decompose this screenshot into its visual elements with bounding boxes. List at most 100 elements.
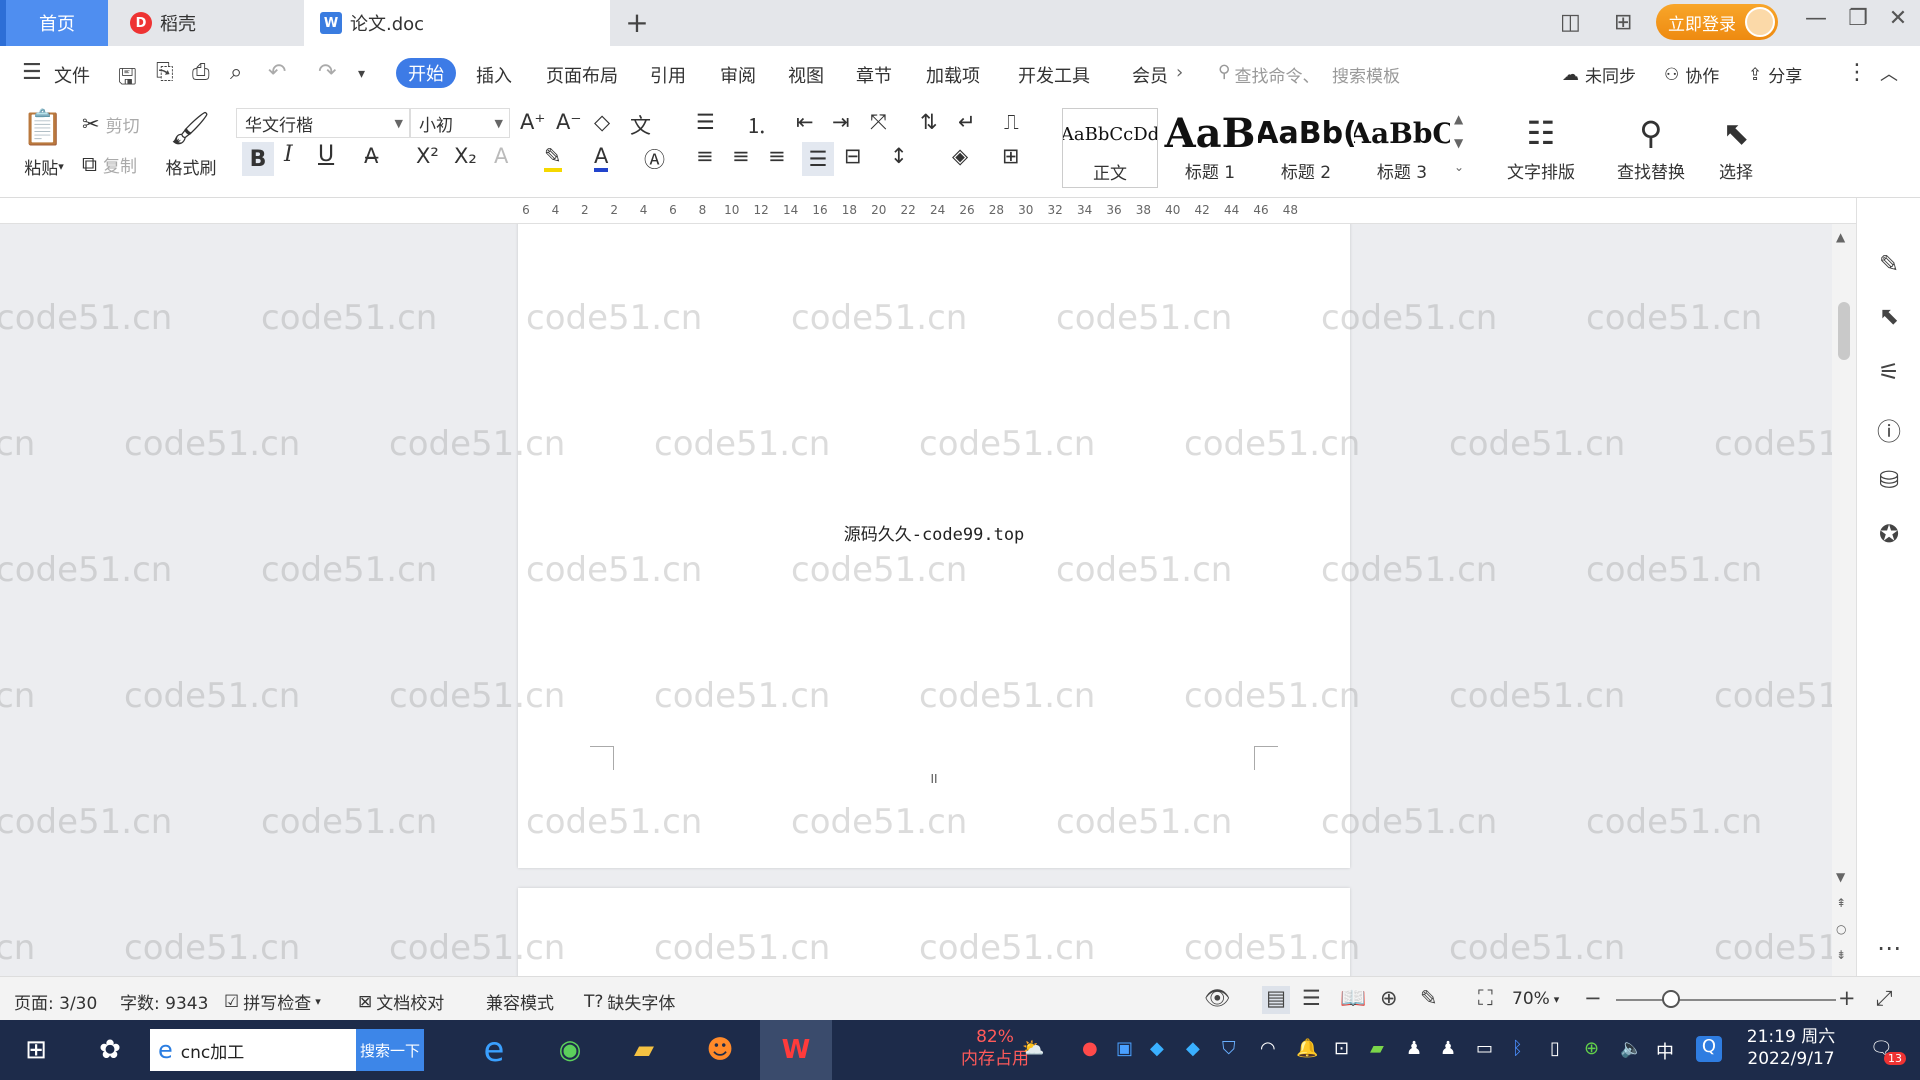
sync-status-button[interactable]: ☁ 未同步 [1562,62,1636,88]
bullet-list-icon[interactable]: ☰ [696,110,715,134]
fit-page-icon[interactable]: ⛶ [1478,986,1493,1011]
chinese-layout-icon[interactable]: ⤧ [870,110,887,135]
settings-sliders-icon[interactable]: ⚟ [1857,358,1920,386]
prev-page-icon[interactable]: ⇞ [1836,896,1846,910]
command-search[interactable]: ⚲ 查找命令、 [1218,62,1319,87]
menu-review[interactable]: 审阅 [720,62,756,88]
scrollbar-thumb[interactable] [1838,302,1850,360]
menu-chapter[interactable]: 章节 [856,62,892,88]
text-effects-icon[interactable]: A [494,144,508,168]
borders-icon[interactable]: ⊞ [1002,144,1020,168]
ime-indicator[interactable]: 中 [1656,1038,1674,1064]
minimize-button[interactable]: — [1796,6,1836,31]
zoom-select[interactable]: 70% ▾ [1512,989,1559,1009]
highlight-icon[interactable]: ✎ [544,144,562,172]
search-tray-icon[interactable]: Q [1696,1036,1722,1062]
zoom-slider[interactable] [1616,999,1836,1001]
volume-icon[interactable]: 🔈 [1620,1038,1642,1059]
file-explorer-icon[interactable]: ▰ [624,1032,664,1068]
missing-font-button[interactable]: T? 缺失字体 [584,989,675,1015]
align-right-icon[interactable]: ≡ [768,144,786,168]
battery-icon[interactable]: ▭ [1476,1038,1493,1059]
new-tab-button[interactable]: + [620,6,654,39]
document-canvas[interactable]: 源码久久-code99.top II code51.cn code51.cn cod… [0,224,1855,976]
zoom-out-icon[interactable]: − [1584,986,1602,1010]
scroll-down-icon[interactable]: ▼ [1836,870,1845,884]
menu-member[interactable]: 会员 [1132,62,1168,88]
style-normal[interactable]: AaBbCcDd 正文 [1062,108,1158,188]
menu-view[interactable]: 视图 [788,62,824,88]
tray-app-red-icon[interactable]: ● [1082,1038,1098,1059]
bluetooth-icon[interactable]: ᛒ [1512,1038,1523,1059]
taskbar-search-button[interactable]: 搜索一下 [356,1029,424,1071]
menu-addins[interactable]: 加载项 [926,62,980,88]
distributed-align-icon[interactable]: ⊟ [844,144,862,168]
menu-file[interactable]: 文件 [54,62,90,88]
find-replace-button[interactable]: ⚲ 查找替换 [1606,108,1696,183]
sort-icon[interactable]: ⇅ [920,110,938,134]
memory-usage[interactable]: 82% 内存占用 [960,1026,1030,1070]
clear-format-icon[interactable]: ◇ [594,110,610,134]
internet-explorer-icon[interactable]: e [474,1030,514,1070]
tray-green-plus-icon[interactable]: ⊕ [1584,1038,1599,1059]
paste-button[interactable]: 粘贴 ▾ [16,152,72,180]
menu-more-chevron[interactable]: › [1176,62,1183,83]
font-size-select[interactable]: 小初 ▼ [410,108,510,138]
page-view-icon[interactable]: ▤ [1262,986,1290,1014]
eye-protection-icon[interactable]: 👁 [1204,986,1231,1011]
style-heading-1[interactable]: AaB 标题 1 [1162,108,1258,188]
superscript-icon[interactable]: X² [416,144,439,168]
shading-icon[interactable]: ◈ [952,144,968,168]
screenshot-tool-icon[interactable]: ⊡ [1334,1038,1349,1059]
pointer-icon[interactable]: ⬉ [1857,302,1920,330]
shrink-font-icon[interactable]: A⁻ [556,110,581,134]
edit-pen-icon[interactable]: ✎ [1857,250,1920,278]
notification-bell-icon[interactable]: 🔔 [1296,1038,1318,1059]
word-count[interactable]: 字数: 9343 [120,989,208,1014]
tray-app-blue-icon[interactable]: ▣ [1116,1038,1133,1059]
print-preview-icon[interactable]: ⌕ [230,60,242,85]
outline-view-icon[interactable]: ☰ [1302,986,1321,1010]
page-body-text[interactable]: 源码久久-code99.top [518,520,1350,545]
format-painter-icon[interactable]: 🖌 [170,106,211,150]
menu-insert[interactable]: 插入 [476,62,512,88]
format-painter-button[interactable]: 格式刷 [160,152,222,180]
collaborate-button[interactable]: ⚇ 协作 [1664,62,1719,88]
menu-references[interactable]: 引用 [650,62,686,88]
grow-font-icon[interactable]: A⁺ [520,110,545,134]
windows-start-icon[interactable]: ⊞ [16,1032,56,1068]
browser-360-icon[interactable]: ◉ [550,1032,590,1068]
undo-icon[interactable]: ↶ [268,60,286,85]
menu-page-layout[interactable]: 页面布局 [546,62,618,88]
wifi-icon[interactable]: ◠ [1260,1038,1276,1059]
game-app-icon[interactable]: ☻ [700,1032,740,1068]
copy-button[interactable]: ⧉ 复制 [82,150,137,178]
template-search[interactable]: 搜索模板 [1332,62,1400,87]
clock[interactable]: 21:19 周六 2022/9/17 [1736,1026,1846,1070]
justify-icon[interactable]: ☰ [802,142,834,176]
next-page-icon[interactable]: ⇟ [1836,948,1846,962]
spell-check-button[interactable]: ☑ 拼写检查 ▾ [224,989,321,1015]
cut-button[interactable]: ✂ 剪切 [82,110,140,138]
hamburger-menu-icon[interactable]: ☰ [22,60,42,85]
show-marks-icon[interactable]: ↵ [958,110,976,134]
document-proofing-button[interactable]: ⊠ 文档校对 [358,989,444,1015]
usb-icon[interactable]: ▯ [1550,1038,1560,1059]
horizontal-ruler[interactable]: 6 4 2 2 4 6 8 10 12 14 16 18 20 22 24 26 28 30 32 34 36 38 40 4… [0,198,1920,224]
share-button[interactable]: ⇪ 分享 [1748,62,1802,88]
character-border-icon[interactable]: Ⓐ [644,144,665,174]
styles-expand-icon[interactable]: ⌄ [1454,160,1464,174]
tab-document[interactable]: W 论文.doc [304,0,610,46]
underline-button[interactable]: U [318,142,334,167]
layout-toggle-icon[interactable]: ◫ [1560,10,1581,35]
document-page[interactable] [518,888,1350,976]
page-indicator[interactable]: 页面: 3/30 [14,989,97,1014]
text-layout-button[interactable]: ☷ 文字排版 [1496,108,1586,183]
backup-icon[interactable]: ⛁ [1857,466,1920,494]
bold-button[interactable]: B [242,142,274,176]
zoom-in-icon[interactable]: + [1838,986,1856,1010]
align-center-icon[interactable]: ≡ [732,144,750,168]
decrease-indent-icon[interactable]: ⇤ [796,110,814,134]
login-button[interactable]: 立即登录 [1656,4,1778,40]
close-window-button[interactable]: ✕ [1878,6,1918,31]
